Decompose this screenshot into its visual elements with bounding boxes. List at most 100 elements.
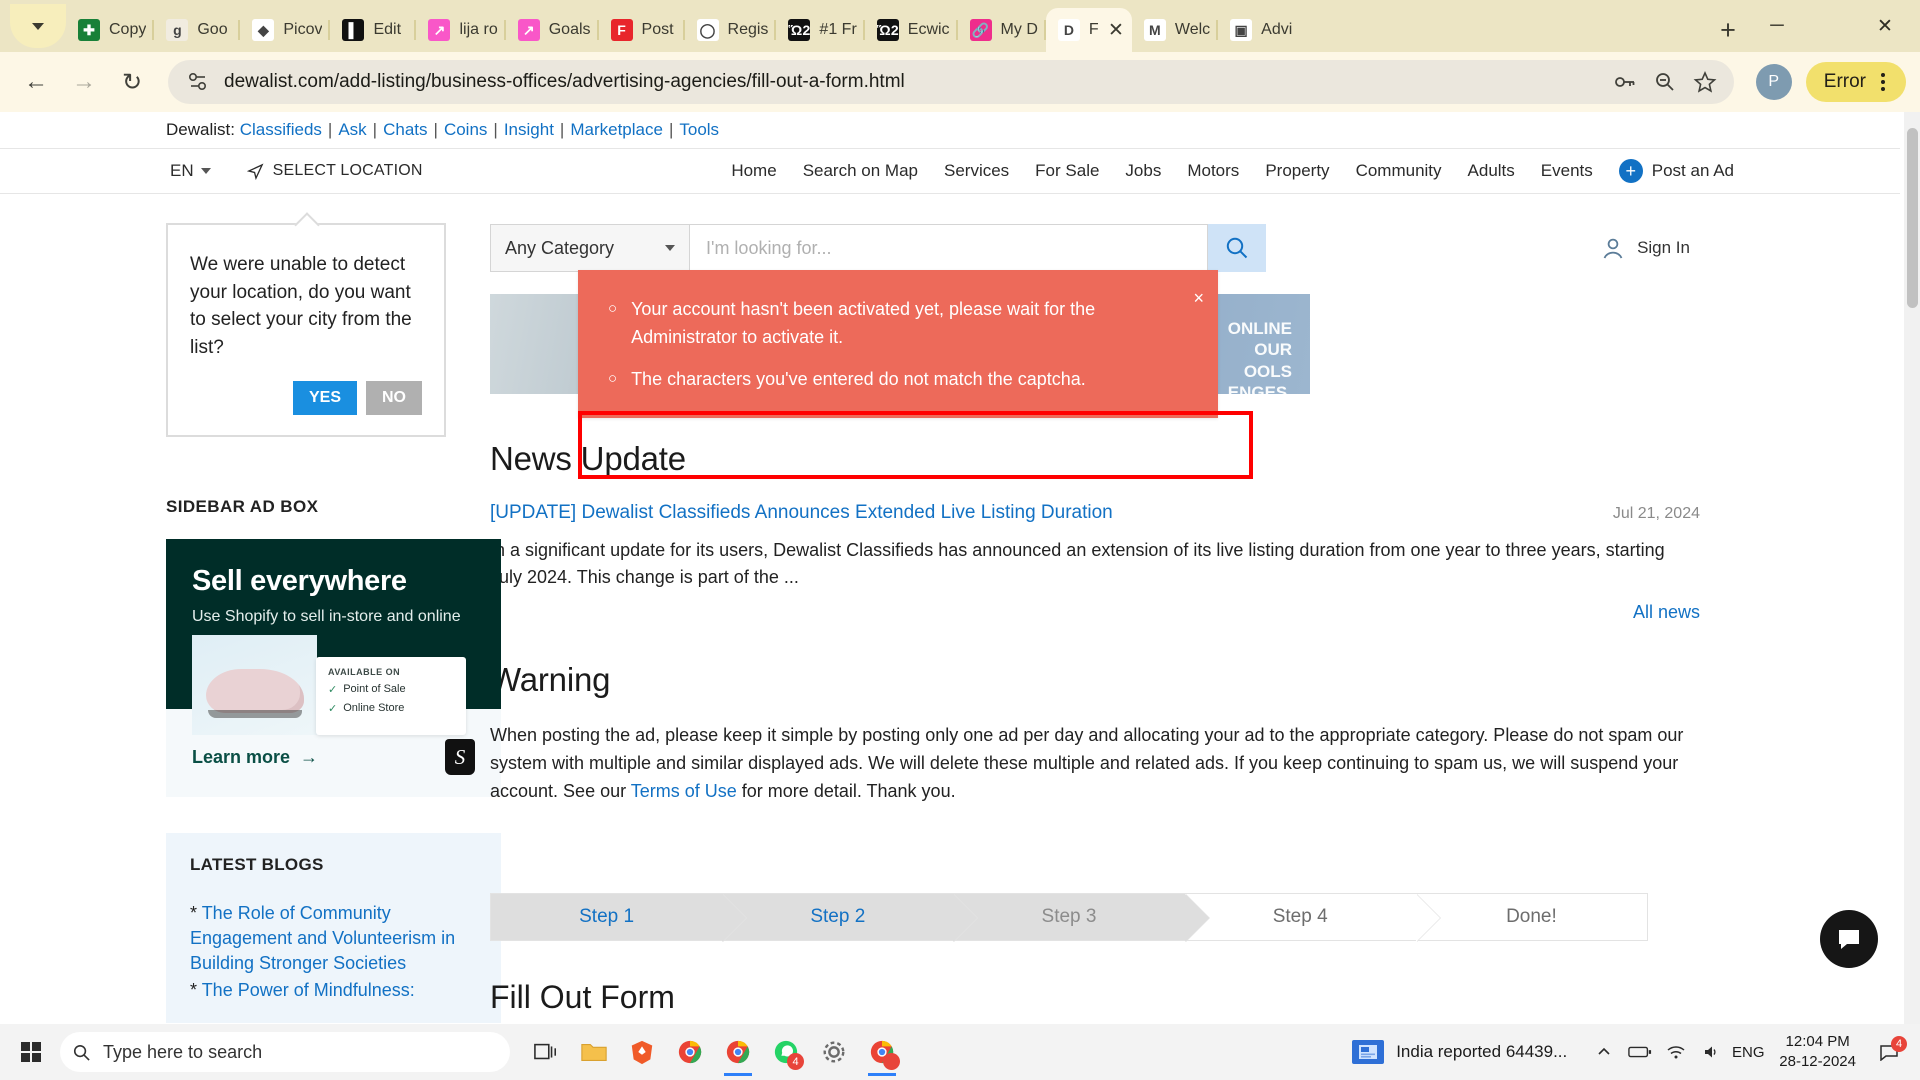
error-status-pill[interactable]: Error (1805, 62, 1906, 102)
page-scrollbar[interactable] (1904, 112, 1920, 1024)
browser-tab[interactable]: ▌ Edit (330, 8, 417, 52)
forward-button[interactable]: → (62, 60, 106, 104)
window-controls: ─ ✕ (1750, 0, 1920, 52)
volume-icon[interactable] (1697, 1034, 1727, 1070)
post-ad-button[interactable]: + Post an Ad (1618, 159, 1734, 183)
utility-link-insight[interactable]: Insight (504, 120, 554, 139)
browser-tab[interactable]: ↗ Goals (506, 8, 599, 52)
utility-link-coins[interactable]: Coins (444, 120, 487, 139)
maximize-button[interactable] (1804, 3, 1858, 49)
utility-link-chats[interactable]: Chats (383, 120, 427, 139)
nav-item-community[interactable]: Community (1356, 161, 1442, 181)
browser-tab[interactable]: ◯ Regis (685, 8, 777, 52)
browser-tab[interactable]: ↗ lija ro (416, 8, 506, 52)
nav-item-jobs[interactable]: Jobs (1125, 161, 1161, 181)
alert-close-icon[interactable]: × (1193, 288, 1204, 309)
terms-of-use-link[interactable]: Terms of Use (631, 781, 737, 801)
show-hidden-icons[interactable] (1589, 1034, 1619, 1070)
utility-link-marketplace[interactable]: Marketplace (570, 120, 663, 139)
browser-tab[interactable]: D F ✕ (1045, 8, 1132, 52)
category-select[interactable]: Any Category (490, 224, 690, 272)
scrollbar-thumb[interactable] (1907, 128, 1918, 308)
utility-link-tools[interactable]: Tools (679, 120, 719, 139)
whatsapp-icon[interactable]: 4 (764, 1028, 808, 1076)
minimize-button[interactable]: ─ (1750, 3, 1804, 49)
wizard-step[interactable]: Step 2 (722, 893, 979, 942)
browser-tab[interactable]: g Goo (154, 8, 241, 52)
zoom-out-icon[interactable] (1648, 65, 1682, 99)
nav-item-for-sale[interactable]: For Sale (1035, 161, 1099, 181)
brave-browser-icon[interactable] (620, 1028, 664, 1076)
wizard-step[interactable]: Step 1 (491, 893, 748, 942)
chrome-icon[interactable] (668, 1028, 712, 1076)
utility-link-ask[interactable]: Ask (338, 120, 366, 139)
browser-tab[interactable]: Ὥ2 Ecwic (865, 8, 958, 52)
photo-icon: ▣ (1230, 19, 1253, 41)
nav-links: Home Search on Map Services For Sale Jobs Mot… (731, 161, 1592, 181)
sign-in-label: Sign In (1637, 238, 1690, 257)
chrome-active-icon[interactable] (860, 1028, 904, 1076)
site-settings-icon[interactable] (186, 70, 210, 94)
bookmark-star-icon[interactable] (1688, 65, 1722, 99)
password-key-icon[interactable] (1608, 65, 1642, 99)
taskbar-tray: India reported 64439... ENG 12:04 PM 28-… (1352, 1032, 1914, 1073)
profile-avatar[interactable]: P (1755, 64, 1792, 100)
alert-message: ○ Your account hasn't been activated yet,… (608, 296, 1188, 352)
browser-tab[interactable]: 🔗 My D (958, 8, 1046, 52)
language-selector[interactable]: EN (170, 161, 211, 181)
file-explorer-icon[interactable] (572, 1028, 616, 1076)
sidebar-ad-box[interactable]: Sell everywhere Use Shopify to sell in-s… (166, 539, 501, 798)
nav-item-services[interactable]: Services (944, 161, 1009, 181)
search-input[interactable]: I'm looking for... (690, 224, 1208, 272)
tab-title: Regis (727, 21, 769, 38)
nav-item-adults[interactable]: Adults (1468, 161, 1515, 181)
reload-button[interactable]: ↻ (110, 60, 154, 104)
browser-tab[interactable]: ◆ Picov (240, 8, 331, 52)
address-bar[interactable]: dewalist.com/add-listing/business-office… (168, 60, 1734, 104)
news-and-interests[interactable]: India reported 64439... (1352, 1040, 1567, 1064)
alert-message-text: The characters you've entered do not mat… (631, 368, 1086, 389)
select-location-button[interactable]: SELECT LOCATION (246, 162, 423, 180)
main-content: Any Category I'm looking for... Sign In (390, 208, 1900, 1023)
notification-badge: 4 (1891, 1036, 1907, 1052)
ad-cta-button[interactable]: Learn more → (192, 747, 475, 768)
location-no-button[interactable]: NO (366, 381, 422, 416)
search-submit-button[interactable] (1208, 224, 1266, 272)
browser-tab[interactable]: M Welc (1132, 8, 1219, 52)
settings-gear-icon[interactable] (812, 1028, 856, 1076)
taskbar-search-box[interactable]: Type here to search (60, 1032, 510, 1072)
chrome-pinned-icon[interactable] (716, 1028, 760, 1076)
start-button[interactable] (6, 1024, 56, 1080)
browser-tab[interactable]: ▣ Advi (1218, 8, 1304, 52)
nav-item-home[interactable]: Home (731, 161, 776, 181)
close-window-button[interactable]: ✕ (1858, 3, 1912, 49)
browser-tab[interactable]: Ὥ2 #1 Fr (776, 8, 865, 52)
tab-search-button[interactable] (10, 4, 66, 48)
task-view-icon[interactable] (524, 1028, 568, 1076)
language-indicator[interactable]: ENG (1732, 1034, 1765, 1070)
chat-widget-button[interactable] (1820, 910, 1878, 968)
taskbar-clock[interactable]: 12:04 PM 28-12-2024 (1779, 1032, 1856, 1073)
browser-window: ✚ Copy g Goo ◆ Picov ▌ Edit ↗ lija ro ↗ Goals F Post ◯… (0, 0, 1920, 1080)
wifi-icon[interactable] (1661, 1034, 1691, 1070)
browser-tab[interactable]: F Post (599, 8, 685, 52)
nav-item-property[interactable]: Property (1265, 161, 1329, 181)
battery-icon[interactable] (1625, 1034, 1655, 1070)
new-tab-button[interactable]: + (1706, 8, 1750, 52)
news-title-link[interactable]: [UPDATE] Dewalist Classifieds Announces … (490, 502, 1113, 524)
location-popup-message: We were unable to detect your location, … (190, 254, 412, 358)
notification-center-button[interactable]: 4 (1872, 1034, 1907, 1070)
nav-item-events[interactable]: Events (1541, 161, 1593, 181)
utility-link-classifieds[interactable]: Classifieds (240, 120, 322, 139)
back-button[interactable]: ← (14, 60, 58, 104)
tab-strip: ✚ Copy g Goo ◆ Picov ▌ Edit ↗ lija ro ↗ Goals F Post ◯… (0, 0, 1920, 52)
chrome-menu-icon[interactable] (1866, 73, 1900, 91)
all-news-link[interactable]: All news (1633, 602, 1700, 622)
nav-item-motors[interactable]: Motors (1187, 161, 1239, 181)
location-yes-button[interactable]: YES (292, 381, 357, 416)
windows-logo-icon (21, 1042, 41, 1062)
browser-tab[interactable]: ✚ Copy (66, 8, 155, 52)
close-tab-icon[interactable]: ✕ (1102, 21, 1124, 40)
sign-in-button[interactable]: Sign In (1600, 235, 1700, 261)
nav-item-search-on-map[interactable]: Search on Map (803, 161, 918, 181)
